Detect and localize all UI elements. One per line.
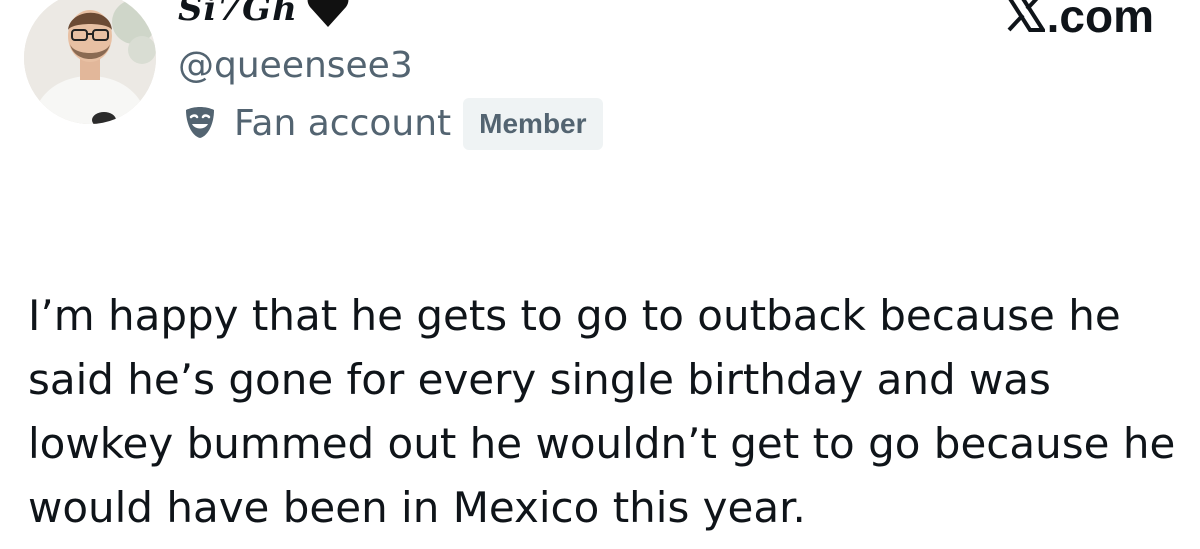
display-name-row: Si7Gh	[178, 0, 350, 32]
tweet-text: I’m happy that he gets to go to outback …	[28, 291, 1176, 532]
x-logo-icon	[1005, 0, 1047, 44]
profile-avatar[interactable]	[24, 0, 156, 124]
watermark: .com	[1005, 0, 1154, 44]
avatar-image	[24, 0, 156, 124]
account-label: Fan account	[234, 103, 452, 144]
theater-mask-icon	[182, 104, 234, 144]
display-name[interactable]: Si7Gh	[178, 0, 298, 32]
user-handle[interactable]: @queensee3	[178, 42, 413, 90]
member-badge: Member	[463, 98, 603, 150]
account-label-row: Fan account Member	[182, 98, 603, 150]
black-heart-icon	[306, 0, 350, 29]
watermark-text: .com	[1046, 0, 1154, 42]
